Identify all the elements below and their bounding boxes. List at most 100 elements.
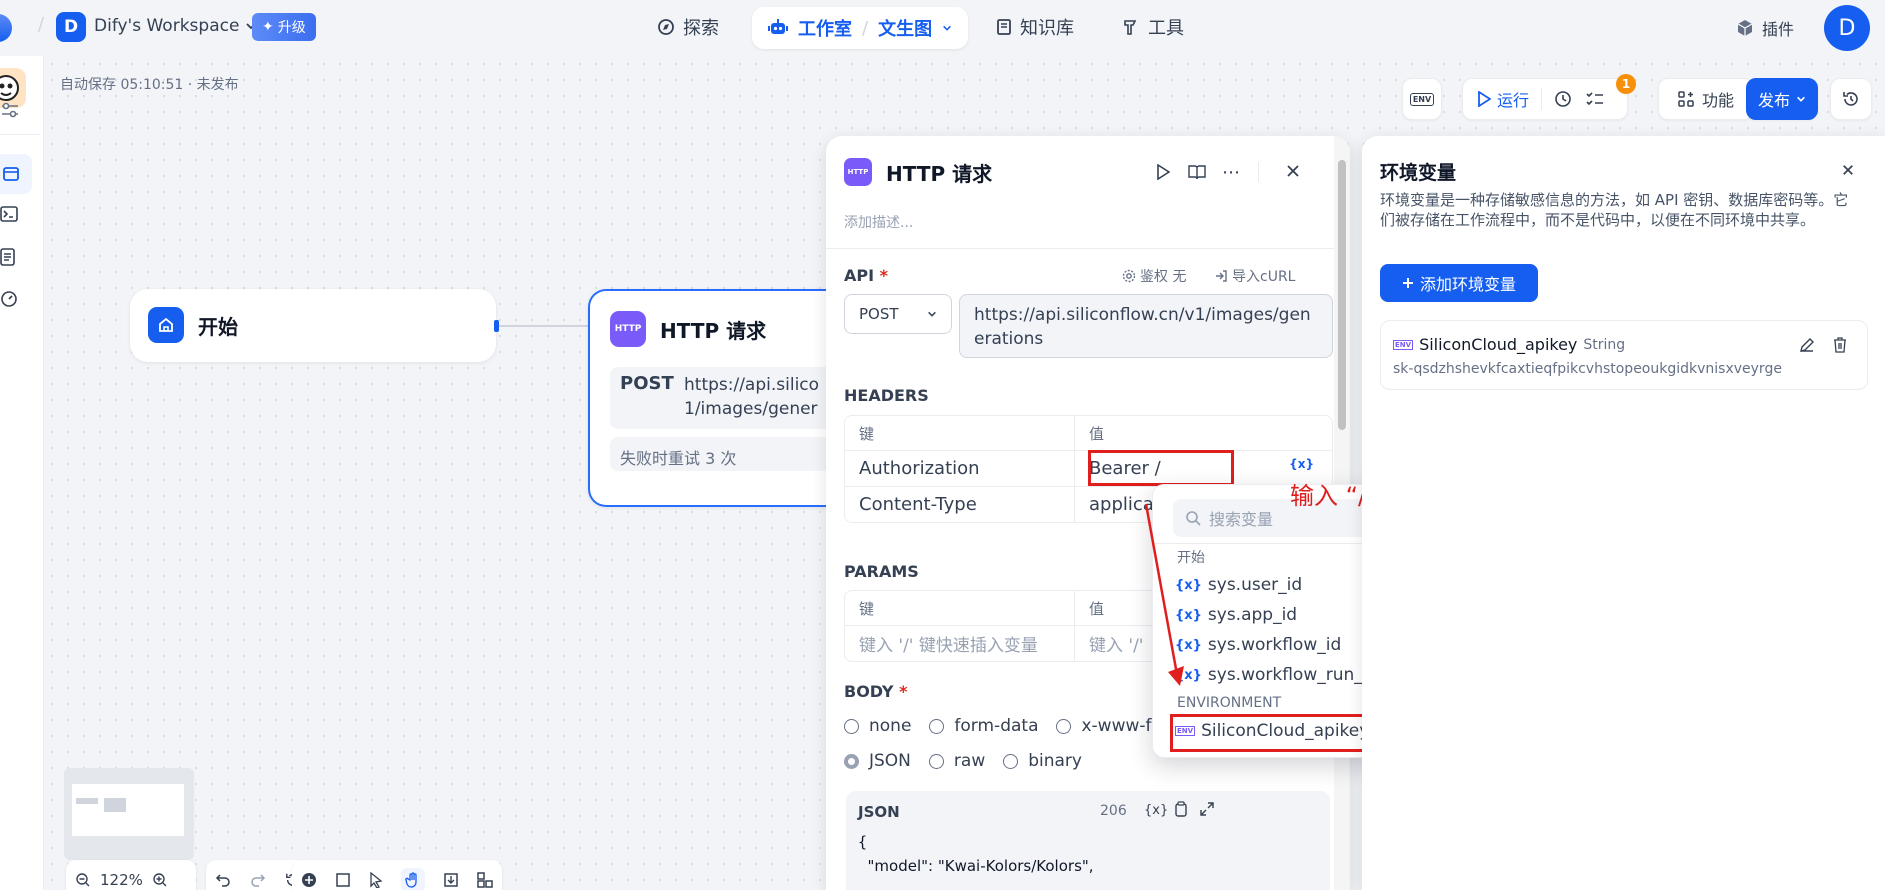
run-step-icon[interactable]: [1156, 164, 1170, 180]
body-type-raw[interactable]: raw: [928, 751, 985, 771]
user-avatar[interactable]: D: [1824, 5, 1870, 51]
book-open-icon[interactable]: [1188, 164, 1206, 180]
headers-section-label: HEADERS: [844, 386, 929, 405]
logs-icon[interactable]: [0, 248, 16, 266]
workspace-avatar[interactable]: D: [56, 12, 86, 42]
json-editor[interactable]: JSON 206 {x} { "model": "Kwai-Kolors/Kol…: [846, 791, 1330, 890]
import-curl-label: 导入cURL: [1232, 269, 1296, 285]
gauge-icon[interactable]: [0, 290, 18, 308]
table-header-row: 键 值: [845, 416, 1332, 450]
compass-icon: [657, 18, 675, 36]
workspace-name: Dify's Workspace: [94, 16, 240, 36]
nav-knowledge-label: 知识库: [1020, 18, 1074, 39]
description-input[interactable]: 添加描述...: [844, 212, 913, 232]
col-key: 键: [845, 591, 1075, 625]
auth-label: 鉴权 无: [1140, 269, 1187, 285]
env-variable-value: sk-qsdzhshevkfcaxtieqfpikcvhstopeoukgidk…: [1393, 361, 1782, 377]
chevron-down-icon: [1796, 94, 1806, 104]
header-key-input[interactable]: Content-Type: [845, 487, 1075, 522]
features-button[interactable]: 功能: [1658, 78, 1754, 120]
url-input[interactable]: https://api.siliconflow.cn/v1/images/gen…: [959, 294, 1333, 358]
plugins-label: 插件: [1762, 20, 1795, 39]
param-key-input[interactable]: 键入 '/' 键快速插入变量: [845, 626, 1075, 661]
version-history-button[interactable]: [1830, 78, 1872, 120]
minimap[interactable]: [64, 768, 194, 860]
hand-icon[interactable]: [401, 868, 425, 890]
hammer-icon: [1122, 18, 1140, 36]
divider: [0, 134, 40, 135]
history-clock-icon[interactable]: [1554, 90, 1572, 108]
zoom-out-icon[interactable]: [76, 873, 90, 887]
radio-checked-icon: [844, 753, 859, 769]
add-node-icon[interactable]: [301, 872, 317, 888]
env-variable-card[interactable]: ENV SiliconCloud_apikey String sk-qsdzhs…: [1380, 320, 1868, 390]
organize-icon[interactable]: [477, 872, 493, 888]
body-type-none[interactable]: none: [844, 716, 911, 736]
scrollbar-thumb[interactable]: [1338, 160, 1346, 430]
env-variable-type: String: [1583, 336, 1626, 353]
chevron-down-icon: [942, 23, 952, 33]
publish-button[interactable]: 发布: [1746, 78, 1818, 120]
body-type-x-www-form[interactable]: x-www-fo: [1056, 716, 1162, 736]
body-type-binary[interactable]: binary: [1003, 751, 1082, 771]
insert-variable-icon[interactable]: {x}: [1144, 803, 1168, 818]
zoom-in-icon[interactable]: [153, 873, 167, 887]
close-icon[interactable]: [1842, 164, 1854, 176]
nav-studio[interactable]: 工作室 / 文生图: [752, 7, 969, 49]
close-icon[interactable]: [1286, 164, 1300, 178]
sliders-icon[interactable]: [0, 102, 20, 118]
start-node[interactable]: 开始: [130, 289, 496, 362]
env-panel-title: 环境变量: [1380, 162, 1457, 184]
nav-app-label[interactable]: 文生图: [878, 15, 932, 41]
body-type-form-data[interactable]: form-data: [929, 716, 1038, 736]
group-label-environment: ENVIRONMENT: [1177, 695, 1282, 711]
add-env-variable-button[interactable]: 添加环境变量: [1380, 264, 1538, 302]
json-editor-label: JSON: [858, 803, 900, 821]
start-node-title: 开始: [198, 315, 238, 339]
panel-title[interactable]: HTTP 请求: [886, 158, 992, 187]
run-button[interactable]: 运行: [1463, 87, 1529, 111]
pointer-icon[interactable]: [369, 872, 383, 888]
features-label: 功能: [1701, 91, 1734, 110]
upgrade-button[interactable]: ✦ 升级: [252, 13, 316, 41]
run-group: 运行: [1462, 78, 1628, 120]
redo-icon[interactable]: [250, 873, 266, 887]
undo-icon[interactable]: [215, 873, 231, 887]
add-note-icon[interactable]: [335, 872, 351, 888]
divider: [1258, 162, 1259, 182]
divider: [826, 248, 1350, 249]
plugins-button[interactable]: 插件: [1736, 16, 1794, 40]
more-icon[interactable]: ⋯: [1222, 162, 1240, 183]
json-char-count: 206: [1100, 803, 1127, 819]
auth-button[interactable]: 鉴权 无: [1122, 266, 1186, 286]
top-bar: / D Dify's Workspace ✦ 升级 探索 工作室 / 文生图 知…: [0, 0, 1885, 56]
zoom-level[interactable]: 122%: [100, 871, 143, 889]
nav-knowledge[interactable]: 知识库: [996, 14, 1074, 40]
checklist-icon[interactable]: [1586, 91, 1604, 107]
radio-icon: [844, 718, 859, 734]
expand-icon[interactable]: [1200, 802, 1214, 816]
method-select[interactable]: POST: [844, 294, 952, 334]
api-section-label: API *: [844, 266, 889, 285]
copy-icon[interactable]: [1174, 801, 1188, 817]
nav-tools[interactable]: 工具: [1122, 14, 1184, 40]
home-icon: [148, 307, 184, 343]
http-icon: HTTP: [844, 158, 872, 186]
sparkle-icon: ✦: [262, 19, 274, 35]
grid-plus-icon: [1678, 91, 1694, 107]
terminal-icon[interactable]: [0, 206, 18, 222]
env-button[interactable]: ENV: [1402, 78, 1442, 120]
header-key-input[interactable]: Authorization: [845, 451, 1075, 486]
workspace-switcher[interactable]: Dify's Workspace: [94, 16, 257, 36]
json-line-1: {: [858, 833, 868, 851]
nav-explore[interactable]: 探索: [657, 14, 719, 40]
http-node-method: POST: [620, 373, 674, 394]
col-key: 键: [845, 416, 1075, 450]
insert-variable-icon[interactable]: {x}: [1289, 457, 1314, 471]
orchestrate-nav[interactable]: [0, 154, 32, 194]
body-type-json[interactable]: JSON: [844, 751, 911, 771]
trash-icon[interactable]: [1833, 337, 1847, 353]
edit-icon[interactable]: [1799, 337, 1815, 353]
export-image-icon[interactable]: [443, 872, 459, 888]
import-curl-button[interactable]: 导入cURL: [1214, 266, 1295, 286]
